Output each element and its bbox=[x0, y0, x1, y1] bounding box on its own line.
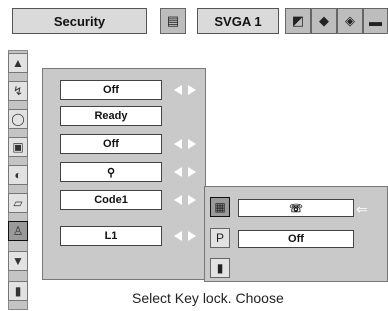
up-arrow-icon[interactable]: ▲ bbox=[8, 53, 28, 73]
security-icon[interactable]: ♙ bbox=[8, 221, 28, 241]
logo-icon: ⚲ bbox=[106, 166, 116, 179]
code-arrows[interactable] bbox=[174, 194, 196, 206]
exit-icon[interactable]: ▮ bbox=[210, 258, 230, 278]
input-icon[interactable]: ↯ bbox=[8, 81, 28, 101]
computer-icon[interactable]: ◩ bbox=[285, 8, 311, 34]
down-arrow-icon[interactable]: ▼ bbox=[8, 251, 28, 271]
exit-icon[interactable]: ▮ bbox=[8, 281, 28, 301]
display-icon[interactable]: ◯ bbox=[8, 109, 28, 129]
people-icon[interactable]: ◆ bbox=[311, 8, 337, 34]
pin-code-icon[interactable]: P bbox=[210, 228, 230, 248]
pin-code-field[interactable]: Off bbox=[238, 230, 354, 248]
image-adjust-icon[interactable]: ▣ bbox=[8, 137, 28, 157]
key-lock-field[interactable]: ☏ bbox=[238, 199, 354, 217]
menu-title: Security bbox=[12, 8, 147, 34]
screen-icon[interactable]: ▬ bbox=[363, 8, 388, 34]
lock-status-arrows[interactable] bbox=[174, 84, 196, 96]
left-arrow-icon: ⇐ bbox=[356, 201, 368, 217]
lock-status-field[interactable]: Off bbox=[60, 80, 162, 100]
resolution-indicator: SVGA 1 bbox=[197, 8, 279, 34]
setting-icon[interactable]: ▱ bbox=[8, 193, 28, 213]
logo-select-field[interactable]: ⚲ bbox=[60, 162, 162, 182]
lock-icon[interactable]: ▦ bbox=[210, 197, 230, 217]
status-field: Ready bbox=[60, 106, 162, 126]
level-field[interactable]: L1 bbox=[60, 226, 162, 246]
option-field-3[interactable]: Off bbox=[60, 134, 162, 154]
sound-icon[interactable]: ◐ bbox=[8, 165, 28, 185]
level-arrows[interactable] bbox=[174, 230, 196, 242]
help-text: Select Key lock. Choose bbox=[132, 290, 284, 306]
key-lock-icon: ☏ bbox=[289, 202, 303, 215]
code-field[interactable]: Code1 bbox=[60, 190, 162, 210]
logo-select-arrows[interactable] bbox=[174, 166, 196, 178]
option-3-arrows[interactable] bbox=[174, 138, 196, 150]
menu-icon: ▤ bbox=[160, 8, 186, 34]
image-icon[interactable]: ◈ bbox=[337, 8, 363, 34]
